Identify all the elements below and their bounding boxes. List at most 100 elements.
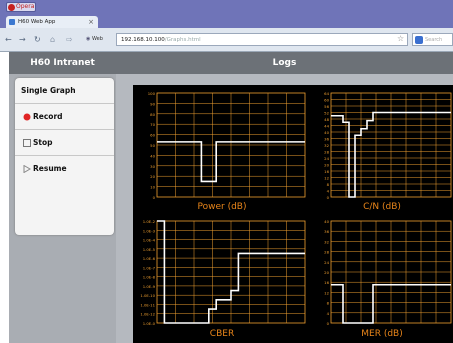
sidebar-item-resume[interactable]: Resume xyxy=(15,156,114,182)
sidebar-title: H60 Intranet xyxy=(9,52,116,74)
y-tick-label: 1.0E-11 xyxy=(140,302,155,307)
sidebar-item-single-graph[interactable]: Single Graph xyxy=(15,78,114,104)
y-tick-label: 1.0E-5 xyxy=(143,247,156,252)
y-tick-label: 60 xyxy=(150,133,155,138)
page-favicon-icon xyxy=(9,19,15,25)
y-tick-label: 32 xyxy=(324,239,329,244)
y-tick-label: 1.0E-2 xyxy=(143,219,156,224)
y-tick-label: 8 xyxy=(327,182,330,187)
y-tick-label: 40 xyxy=(324,219,329,224)
y-tick-label: 28 xyxy=(324,150,329,155)
web-badge-label: Web xyxy=(91,36,103,42)
y-tick-label: 0 xyxy=(327,321,330,325)
graph-cn: 64 60 56 52 48 44 40 36 32 28 24 20 16 12 8 4 0 C/N (dB) xyxy=(311,91,453,213)
cn-chart-title: C/N (dB) xyxy=(363,202,401,212)
sidebar-item-record[interactable]: Record xyxy=(15,104,114,130)
sidebar-item-stop[interactable]: Stop xyxy=(15,130,114,156)
address-toolbar: ← → ↻ ⌂ ⇨ ◉ Web 192.168.10.100/Graphs.ht… xyxy=(0,28,453,52)
y-tick-label: 36 xyxy=(324,229,329,234)
globe-icon: ◉ xyxy=(86,36,91,42)
y-tick-label: 10 xyxy=(150,185,155,190)
y-tick-label: 1.0E-0 xyxy=(143,321,156,325)
opera-logo-icon xyxy=(8,4,15,11)
bookmark-star-icon[interactable]: ☆ xyxy=(397,34,404,43)
fast-forward-icon[interactable]: ⇨ xyxy=(66,35,73,44)
y-tick-label: 1.0E-3 xyxy=(143,228,156,233)
url-path: /Graphs.html xyxy=(164,37,201,43)
graphs-panel: 100 90 80 70 60 50 40 30 20 10 0 Power (dB) 64 60 56… xyxy=(133,85,453,343)
y-tick-label: 16 xyxy=(324,169,329,174)
search-input[interactable]: Search xyxy=(412,33,453,46)
y-tick-label: 0 xyxy=(153,195,156,199)
y-tick-label: 60 xyxy=(324,98,329,103)
y-tick-label: 12 xyxy=(324,176,329,181)
y-tick-label: 48 xyxy=(324,117,329,122)
y-tick-label: 40 xyxy=(324,130,329,135)
sidebar-item-label: Single Graph xyxy=(21,86,76,95)
tab-bar: H60 Web App × + xyxy=(0,14,453,39)
reload-icon[interactable]: ↻ xyxy=(34,35,41,44)
y-tick-label: 80 xyxy=(150,112,155,117)
y-tick-label: 1.0E-6 xyxy=(143,256,156,261)
power-chart-title: Power (dB) xyxy=(197,202,247,212)
graph-power: 100 90 80 70 60 50 40 30 20 10 0 Power (dB) xyxy=(137,91,307,213)
search-placeholder: Search xyxy=(425,37,443,43)
y-tick-label: 28 xyxy=(324,250,329,255)
tab-h60-web-app[interactable]: H60 Web App × xyxy=(6,16,98,28)
opera-menu-label: Opera xyxy=(16,3,35,10)
mer-chart: 4036322824201612840 xyxy=(324,219,452,325)
web-badge-button[interactable]: ◉ Web xyxy=(86,34,114,45)
y-tick-label: 56 xyxy=(324,104,329,109)
sidebar: H60 Intranet Single Graph Record Stop Re… xyxy=(9,52,116,343)
y-tick-label: 16 xyxy=(324,280,329,285)
url-host: 192.168.10.100 xyxy=(121,37,165,43)
graph-cber: 1.0E-2 1.0E-3 1.0E-4 1.0E-5 1.0E-6 1.0E-7 1.0E… xyxy=(137,219,307,343)
sidebar-item-label: Resume xyxy=(33,164,67,173)
y-tick-label: 4 xyxy=(327,189,330,194)
play-icon xyxy=(23,165,31,173)
y-tick-label: 12 xyxy=(324,290,329,295)
y-tick-label: 1.0E-7 xyxy=(143,265,156,270)
forward-icon[interactable]: → xyxy=(19,35,26,44)
y-tick-label: 70 xyxy=(150,122,155,127)
browser-title-bar: Opera xyxy=(0,0,453,14)
y-tick-label: 40 xyxy=(150,153,155,158)
sidebar-item-label: Record xyxy=(33,112,63,121)
y-tick-label: 4 xyxy=(327,311,330,316)
stop-icon xyxy=(23,139,31,147)
graph-mer: 40 36 32 28 24 20 16 12 8 4 0 MER (dB) xyxy=(311,219,453,343)
y-tick-label: 44 xyxy=(324,124,329,129)
y-tick-label: 36 xyxy=(324,137,329,142)
y-tick-label: 100 xyxy=(148,91,156,96)
y-tick-label: 20 xyxy=(324,163,329,168)
y-tick-label: 1.0E-9 xyxy=(143,284,156,289)
close-tab-icon[interactable]: × xyxy=(88,16,94,28)
y-tick-label: 52 xyxy=(324,111,329,116)
y-tick-label: 24 xyxy=(324,156,329,161)
url-input[interactable]: 192.168.10.100/Graphs.html xyxy=(116,33,408,46)
record-icon xyxy=(23,113,31,121)
y-tick-label: 30 xyxy=(150,164,155,169)
power-chart: 1009080706050403020100 xyxy=(148,91,306,199)
y-tick-label: 1.0E-12 xyxy=(140,312,155,317)
y-tick-label: 24 xyxy=(324,260,329,265)
home-icon[interactable]: ⌂ xyxy=(50,35,55,44)
sidebar-menu: Single Graph Record Stop Resume xyxy=(15,78,114,235)
y-tick-label: 90 xyxy=(150,101,155,106)
cber-chart: 1.0E-2 1.0E-3 1.0E-4 1.0E-5 1.0E-6 1.0E-7 1.0E… xyxy=(140,219,306,325)
search-engine-icon xyxy=(415,36,423,44)
sidebar-item-label: Stop xyxy=(33,138,53,147)
opera-menu-button[interactable]: Opera xyxy=(6,2,36,12)
y-tick-label: 1.0E-8 xyxy=(143,275,156,280)
y-tick-label: 50 xyxy=(150,143,155,148)
page-title: Logs xyxy=(116,52,453,74)
y-tick-label: 1.0E-10 xyxy=(140,293,155,298)
y-tick-label: 32 xyxy=(324,143,329,148)
y-tick-label: 8 xyxy=(327,301,330,306)
y-tick-label: 20 xyxy=(324,270,329,275)
back-icon[interactable]: ← xyxy=(5,35,12,44)
tab-title: H60 Web App xyxy=(18,19,56,25)
cn-chart: 6460565248444036322824201612840 xyxy=(324,91,452,199)
y-tick-label: 20 xyxy=(150,174,155,179)
y-tick-label: 0 xyxy=(327,195,330,199)
